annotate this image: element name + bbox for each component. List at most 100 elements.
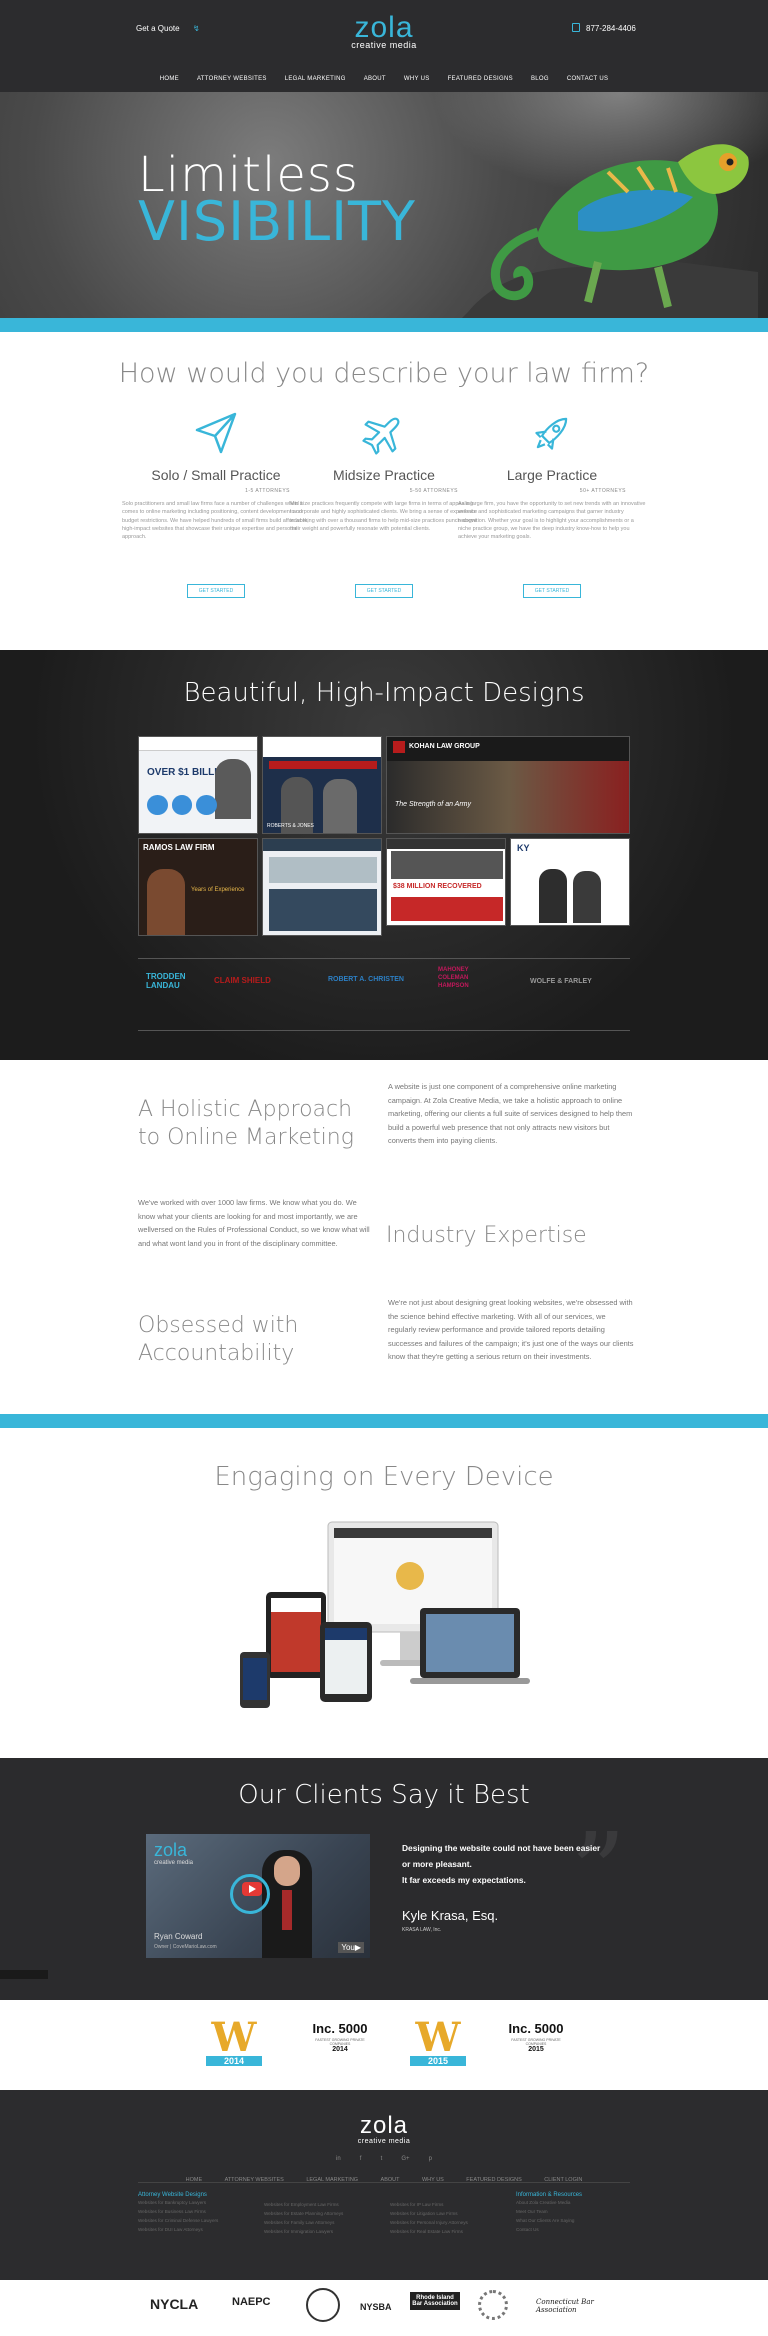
footer-link[interactable]: Websites for DUI Law Attorneys bbox=[138, 2225, 258, 2234]
nav-about[interactable]: ABOUT bbox=[355, 76, 395, 82]
design-thumb[interactable]: $38 MILLION RECOVERED bbox=[386, 838, 506, 926]
video-person-name: Ryan Coward bbox=[154, 1932, 203, 1941]
client-logo: TRODDEN LANDAU bbox=[146, 972, 186, 990]
card-subtitle: 1-5 ATTORNEYS bbox=[245, 488, 290, 494]
award-seal-icon bbox=[478, 2290, 508, 2320]
naepc-logo: NAEPC bbox=[232, 2296, 271, 2308]
get-started-button[interactable]: GET STARTED bbox=[355, 584, 413, 598]
footer-divider bbox=[138, 2182, 630, 2183]
footer-column-designs-3: Websites for IP Law Firms Websites for L… bbox=[390, 2200, 510, 2236]
nav-featured-designs[interactable]: FEATURED DESIGNS bbox=[439, 76, 522, 82]
youtube-icon[interactable]: You▶ bbox=[338, 1942, 364, 1953]
nav-home[interactable]: HOME bbox=[151, 76, 188, 82]
footer-link[interactable]: Websites for Criminal Defense Lawyers bbox=[138, 2216, 258, 2225]
designs-divider-bottom bbox=[138, 1030, 630, 1031]
blue-paint-divider bbox=[0, 318, 768, 332]
paper-plane-icon bbox=[195, 412, 237, 454]
footer-link[interactable]: Websites for IP Law Firms bbox=[390, 2200, 510, 2209]
holistic-heading: A Holistic Approach to Online Marketing bbox=[138, 1097, 354, 1150]
solo-practice-card: Solo / Small Practice 1-5 ATTORNEYS Solo… bbox=[122, 410, 310, 598]
nav-blog[interactable]: BLOG bbox=[522, 76, 558, 82]
phone-number[interactable]: 877-284-4406 bbox=[572, 24, 636, 33]
award-badge: W 2015 bbox=[410, 2018, 466, 2066]
midsize-practice-card: Midsize Practice 5-50 ATTORNEYS Mid size… bbox=[290, 410, 478, 598]
seal-logo-icon bbox=[306, 2288, 340, 2322]
linkedin-icon[interactable]: in bbox=[336, 2156, 341, 2162]
footer-link[interactable]: What Our Clients Are Saying bbox=[516, 2216, 630, 2225]
thumb-label: KOHAN LAW GROUP bbox=[409, 743, 480, 750]
card-text: As a large firm, you have the opportunit… bbox=[458, 501, 646, 541]
footer-link[interactable]: Websites for Real Estate Law Firms bbox=[390, 2227, 510, 2236]
get-started-button[interactable]: GET STARTED bbox=[523, 584, 581, 598]
footer-logo[interactable]: zola creative media bbox=[340, 2112, 428, 2145]
hero-line-2: VISIBILITY bbox=[138, 190, 417, 253]
get-a-quote-link[interactable]: Get a Quote bbox=[136, 24, 180, 33]
logo-wordmark: zola bbox=[354, 11, 414, 44]
devices-heading: Engaging on Every Device bbox=[214, 1462, 554, 1492]
footer-link[interactable]: Websites for Immigration Lawyers bbox=[264, 2227, 384, 2236]
twitter-icon[interactable]: t bbox=[381, 2156, 383, 2162]
thumb-label: RAMOS LAW FIRM bbox=[143, 843, 215, 852]
testimonial-quote: Designing the website could not have bee… bbox=[402, 1843, 601, 1885]
award-badge: W 2014 bbox=[206, 2018, 262, 2066]
award-badge: Inc. 5000 FASTEST GROWING PRIVATE COMPAN… bbox=[508, 2021, 564, 2054]
footer-link[interactable]: Websites for Family Law Attorneys bbox=[264, 2218, 384, 2227]
footer-link[interactable]: Meet Our Team bbox=[516, 2207, 630, 2216]
design-thumb[interactable]: RAMOS LAW FIRM Years of Experience bbox=[138, 838, 258, 936]
holistic-text: A website is just one component of a com… bbox=[388, 1082, 633, 1146]
footer-column-designs-2: Websites for Employment Law Firms Websit… bbox=[264, 2200, 384, 2236]
footer-link[interactable]: Contact Us bbox=[516, 2225, 630, 2234]
footer-link[interactable]: Websites for Bankruptcy Lawyers bbox=[138, 2198, 258, 2207]
social-icons: in f t G+ p bbox=[336, 2156, 432, 2162]
footer-link[interactable]: Websites for Business Law Firms bbox=[138, 2207, 258, 2216]
card-text: Solo practitioners and small law firms f… bbox=[122, 501, 309, 541]
nav-contact-us[interactable]: CONTACT US bbox=[558, 76, 617, 82]
devices-mockup-image bbox=[240, 1521, 530, 1708]
zola-logo[interactable]: zola creative media bbox=[340, 11, 428, 51]
footer-link[interactable]: About Zola Creative Media bbox=[516, 2198, 630, 2207]
designs-heading: Beautiful, High-Impact Designs bbox=[183, 678, 585, 708]
design-thumb[interactable]: KY bbox=[510, 838, 630, 926]
rocket-icon bbox=[535, 417, 568, 450]
google-plus-icon[interactable]: G+ bbox=[401, 2156, 409, 2162]
design-thumb[interactable]: KOHAN LAW GROUP The Strength of an Army bbox=[386, 736, 630, 834]
nav-attorney-websites[interactable]: ATTORNEY WEBSITES bbox=[188, 76, 276, 82]
design-thumb[interactable]: OVER $1 BILLION bbox=[138, 736, 258, 834]
thumb-label: ROBERTS & JONES bbox=[267, 823, 314, 829]
logo-tagline: creative media bbox=[351, 40, 417, 50]
footer-link[interactable]: Websites for Litigation Law Firms bbox=[390, 2209, 510, 2218]
card-text: Mid size practices frequently compete wi… bbox=[290, 501, 478, 532]
video-logo: zola bbox=[154, 1840, 188, 1860]
testimonial-author: Kyle Krasa, Esq. bbox=[402, 1908, 499, 1923]
nav-legal-marketing[interactable]: LEGAL MARKETING bbox=[276, 76, 355, 82]
large-practice-card: Large Practice 50+ ATTORNEYS As a large … bbox=[458, 410, 646, 598]
nav-why-us[interactable]: WHY US bbox=[395, 76, 439, 82]
pinterest-icon[interactable]: p bbox=[429, 2156, 432, 2162]
nycla-logo: NYCLA bbox=[150, 2296, 199, 2312]
testimonial-video[interactable]: zola creative media Ryan Coward Owner | … bbox=[146, 1834, 370, 1958]
rhode-island-bar-logo: Rhode Island Bar Association bbox=[410, 2292, 460, 2310]
testimonial-company: KRASA LAW, Inc. bbox=[402, 1927, 442, 1933]
client-logo: ROBERT A. CHRISTEN bbox=[328, 976, 404, 983]
accountability-text: We're not just about designing great loo… bbox=[388, 1298, 634, 1362]
footer-column-resources: Information & Resources About Zola Creat… bbox=[516, 2192, 630, 2234]
facebook-icon[interactable]: f bbox=[360, 2156, 362, 2162]
card-subtitle: 50+ ATTORNEYS bbox=[579, 488, 626, 494]
hero-banner: Limitless VISIBILITY bbox=[0, 92, 768, 324]
design-thumb[interactable]: ROBERTS & JONES bbox=[262, 736, 382, 834]
corner-badge[interactable] bbox=[0, 1970, 48, 1979]
client-logo: CLAIM SHIELD bbox=[214, 976, 271, 985]
designs-divider-top bbox=[138, 958, 630, 959]
client-logo: MAHONEY COLEMAN HAMPSON bbox=[438, 967, 469, 989]
designs-section bbox=[0, 650, 768, 1060]
client-logo: WOLFE & FARLEY bbox=[530, 978, 592, 985]
card-title: Large Practice bbox=[506, 467, 598, 483]
airplane-icon bbox=[362, 417, 400, 455]
footer-link[interactable]: Websites for Estate Planning Attorneys bbox=[264, 2209, 384, 2218]
design-thumb[interactable] bbox=[262, 838, 382, 936]
card-subtitle: 5-50 ATTORNEYS bbox=[409, 488, 458, 494]
get-started-button[interactable]: GET STARTED bbox=[187, 584, 245, 598]
footer-link[interactable]: Websites for Employment Law Firms bbox=[264, 2200, 384, 2209]
nysba-logo: NYSBA bbox=[360, 2302, 392, 2312]
footer-link[interactable]: Websites for Personal Injury Attorneys bbox=[390, 2218, 510, 2227]
